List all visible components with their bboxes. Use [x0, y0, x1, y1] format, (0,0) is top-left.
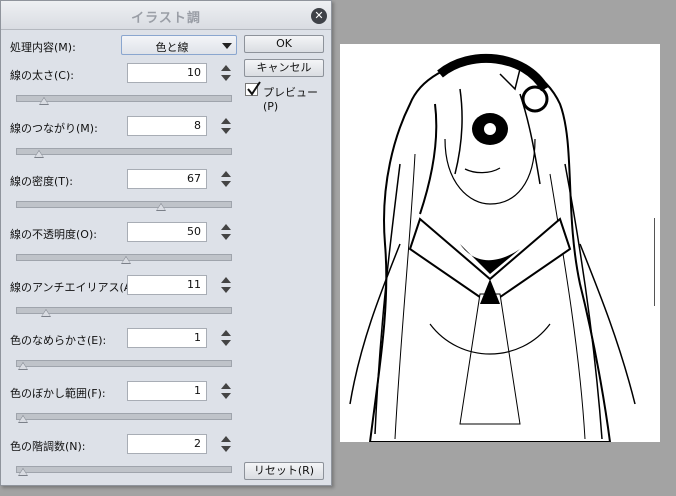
- dialog-title: イラスト調: [131, 11, 201, 26]
- spinner-up-icon[interactable]: [221, 65, 231, 71]
- param-slider-thumb[interactable]: [34, 150, 45, 158]
- spinner-up-icon[interactable]: [221, 383, 231, 389]
- param-label: 線の密度(T):: [10, 175, 74, 188]
- param-slider-track[interactable]: [16, 360, 232, 367]
- param-slider-track[interactable]: [16, 148, 232, 155]
- illustration-style-dialog: イラスト調 ✕ 処理内容(M): 色と線 OK キャンセル プレビュー(P) 線…: [0, 0, 332, 486]
- param-spinner[interactable]: [221, 275, 231, 295]
- param-slider-thumb[interactable]: [121, 256, 131, 264]
- param-value-input[interactable]: 67: [127, 169, 207, 189]
- spinner-up-icon[interactable]: [221, 277, 231, 283]
- param-label: 色のなめらかさ(E):: [10, 334, 107, 347]
- spinner-down-icon[interactable]: [221, 287, 231, 293]
- param-value-input[interactable]: 10: [127, 63, 207, 83]
- spinner-up-icon[interactable]: [221, 330, 231, 336]
- param-value-input[interactable]: 1: [127, 328, 207, 348]
- param-value-input[interactable]: 1: [127, 381, 207, 401]
- param-slider-thumb[interactable]: [40, 309, 51, 317]
- chevron-down-icon: [222, 43, 232, 49]
- param-label: 線の不透明度(O):: [10, 228, 97, 241]
- preview-canvas: [340, 44, 660, 443]
- spinner-down-icon[interactable]: [221, 181, 231, 187]
- param-spinner[interactable]: [221, 169, 231, 189]
- preview-label: プレビュー(P): [263, 86, 318, 113]
- process-select-value: 色と線: [155, 41, 189, 54]
- param-spinner[interactable]: [221, 434, 231, 454]
- param-slider-thumb[interactable]: [156, 203, 167, 211]
- cancel-button[interactable]: キャンセル: [244, 59, 324, 77]
- param-value-input[interactable]: 8: [127, 116, 207, 136]
- param-label: 色のぼかし範囲(F):: [10, 387, 106, 400]
- param-label: 線のアンチエイリアス(A):: [10, 281, 140, 294]
- param-spinner[interactable]: [221, 328, 231, 348]
- param-spinner[interactable]: [221, 116, 231, 136]
- preview-checkbox[interactable]: [245, 81, 261, 96]
- spinner-up-icon[interactable]: [221, 224, 231, 230]
- vertical-guide-line: [654, 218, 655, 306]
- param-label: 線の太さ(C):: [10, 69, 74, 82]
- spinner-down-icon[interactable]: [221, 75, 231, 81]
- param-value-input[interactable]: 11: [127, 275, 207, 295]
- param-spinner[interactable]: [221, 222, 231, 242]
- param-slider-track[interactable]: [16, 413, 232, 420]
- close-icon[interactable]: ✕: [311, 8, 327, 24]
- param-label: 色の階調数(N):: [10, 440, 86, 453]
- checkmark-icon: [247, 81, 261, 96]
- param-spinner[interactable]: [221, 63, 231, 83]
- process-label: 処理内容(M):: [10, 41, 76, 54]
- param-slider-thumb[interactable]: [38, 97, 49, 105]
- reset-button[interactable]: リセット(R): [244, 462, 324, 480]
- param-slider-track[interactable]: [16, 466, 232, 473]
- process-select[interactable]: 色と線: [121, 35, 237, 55]
- dialog-titlebar[interactable]: イラスト調 ✕: [1, 1, 331, 30]
- ok-button[interactable]: OK: [244, 35, 324, 53]
- spinner-down-icon[interactable]: [221, 446, 231, 452]
- param-spinner[interactable]: [221, 381, 231, 401]
- preview-illustration: [349, 53, 636, 443]
- spinner-up-icon[interactable]: [221, 436, 231, 442]
- param-value-input[interactable]: 2: [127, 434, 207, 454]
- spinner-down-icon[interactable]: [221, 234, 231, 240]
- param-slider-thumb[interactable]: [18, 468, 28, 476]
- spinner-up-icon[interactable]: [221, 118, 231, 124]
- spinner-down-icon[interactable]: [221, 128, 231, 134]
- param-value-input[interactable]: 50: [127, 222, 207, 242]
- spinner-down-icon[interactable]: [221, 340, 231, 346]
- param-label: 線のつながり(M):: [10, 122, 98, 135]
- param-slider-track[interactable]: [16, 201, 232, 208]
- param-slider-thumb[interactable]: [18, 415, 28, 423]
- param-slider-thumb[interactable]: [18, 362, 28, 370]
- spinner-up-icon[interactable]: [221, 171, 231, 177]
- spinner-down-icon[interactable]: [221, 393, 231, 399]
